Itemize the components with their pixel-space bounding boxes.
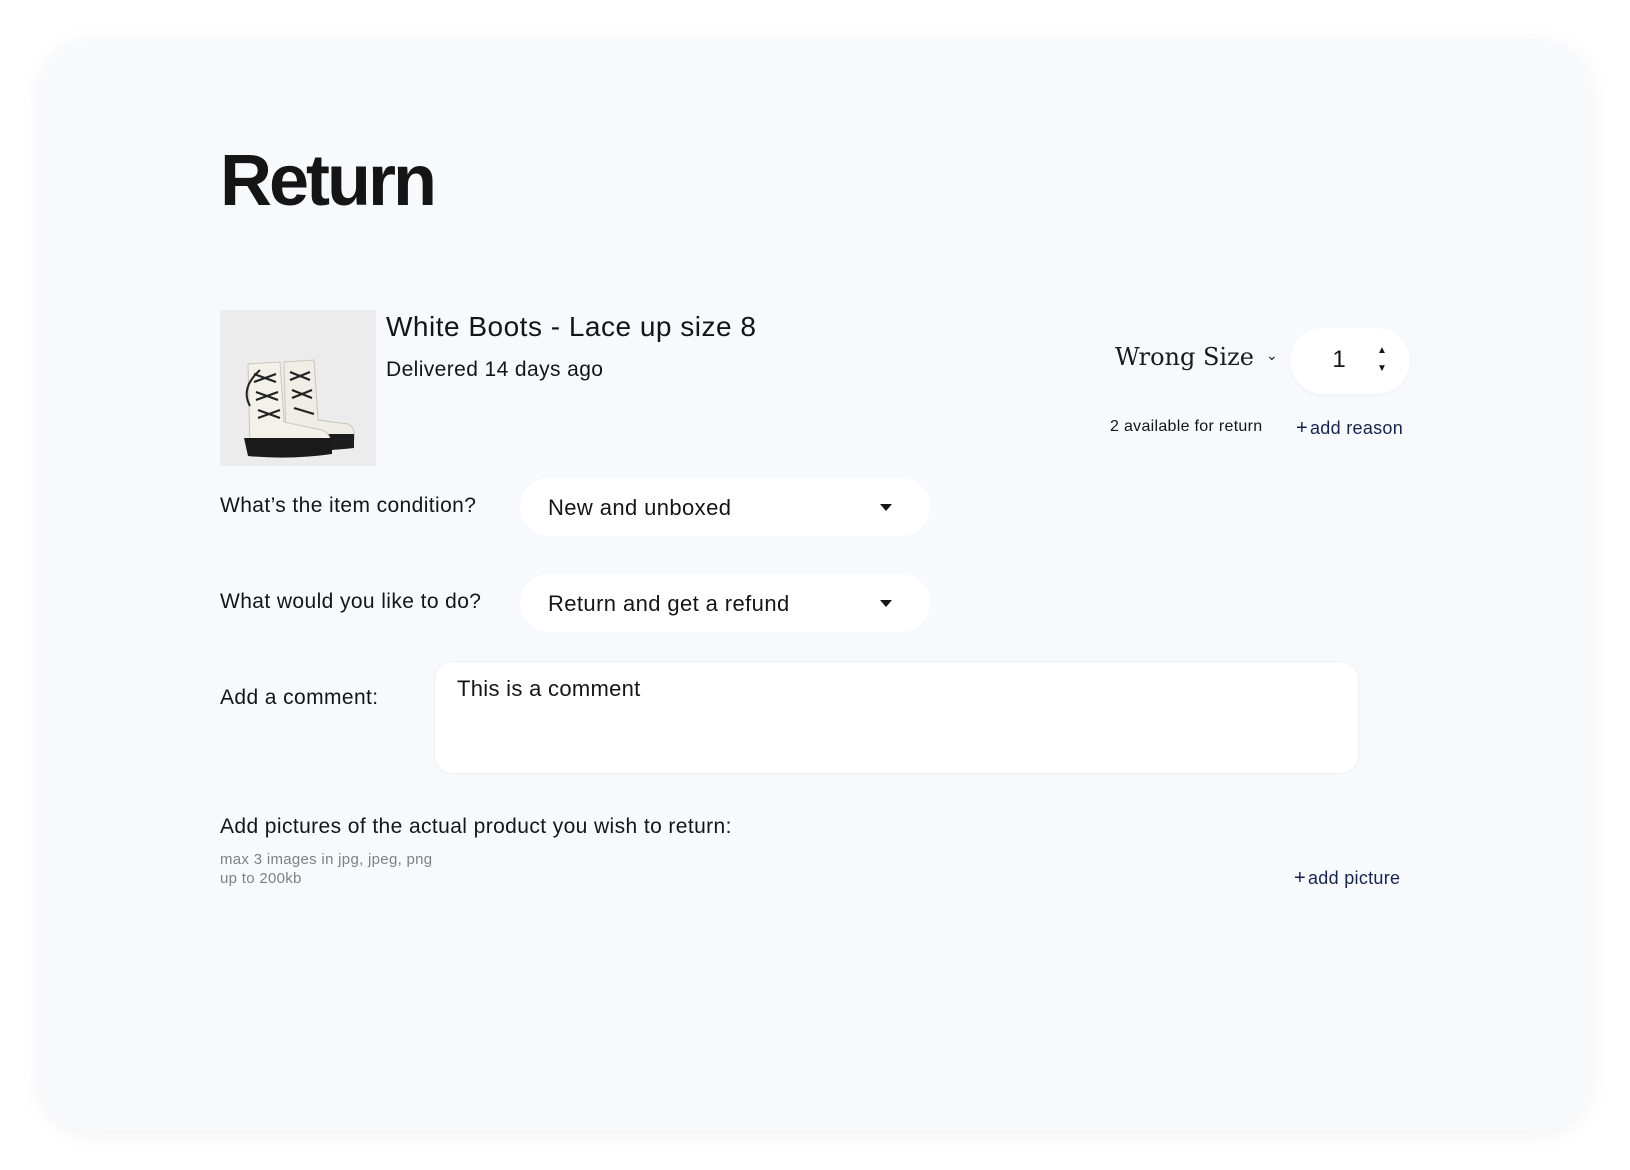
- return-reason-value: Wrong Size: [1115, 343, 1254, 371]
- plus-icon: +: [1294, 867, 1306, 889]
- action-dropdown[interactable]: Return and get a refund: [520, 574, 930, 632]
- return-card: Return White Boots - Lace up size 8 Deli…: [40, 40, 1590, 1130]
- caret-down-icon: [880, 504, 892, 511]
- product-name: White Boots - Lace up size 8: [386, 311, 757, 342]
- add-reason-label: add reason: [1309, 418, 1404, 438]
- pictures-label: Add pictures of the actual product you w…: [220, 815, 732, 838]
- quantity-stepper[interactable]: 1 ▲ ▼: [1290, 328, 1410, 394]
- condition-value: New and unboxed: [548, 495, 732, 520]
- condition-dropdown[interactable]: New and unboxed: [520, 478, 930, 536]
- add-reason-link[interactable]: + add reason: [1296, 417, 1403, 440]
- action-label: What would you like to do?: [220, 590, 482, 613]
- comment-textarea[interactable]: This is a comment: [434, 661, 1359, 774]
- action-value: Return and get a refund: [548, 591, 790, 616]
- page-title: Return: [220, 141, 437, 221]
- caret-down-icon: [880, 600, 892, 607]
- decrement-arrow-icon[interactable]: ▼: [1377, 364, 1387, 374]
- available-count: 2 available for return: [1110, 418, 1263, 435]
- add-picture-label: add picture: [1307, 868, 1401, 888]
- comment-label: Add a comment:: [220, 686, 379, 709]
- condition-label: What’s the item condition?: [220, 494, 477, 517]
- pictures-hint: max 3 images in jpg, jpeg, png up to 200…: [220, 850, 432, 888]
- return-reason-select[interactable]: Wrong Size ⌄: [1115, 343, 1278, 371]
- plus-icon: +: [1296, 417, 1308, 439]
- pictures-hint-size: up to 200kb: [220, 870, 302, 887]
- chevron-down-icon: ⌄: [1265, 348, 1278, 364]
- product-image: [220, 310, 376, 466]
- pictures-hint-formats: max 3 images in jpg, jpeg, png: [220, 851, 433, 868]
- quantity-value: 1: [1332, 346, 1346, 373]
- boots-icon: [220, 310, 376, 466]
- add-picture-link[interactable]: + add picture: [1294, 867, 1400, 890]
- delivery-status: Delivered 14 days ago: [386, 358, 604, 381]
- increment-arrow-icon[interactable]: ▲: [1377, 346, 1387, 356]
